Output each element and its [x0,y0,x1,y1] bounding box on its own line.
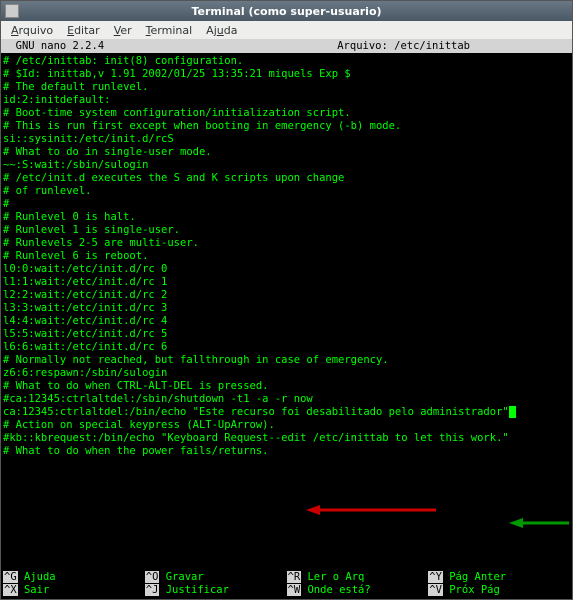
shortcut-writeout: ^O Gravar [145,571,287,584]
file-line: # $Id: inittab,v 1.91 2002/01/25 13:35:2… [3,68,570,81]
file-line: # What to do in single-user mode. [3,146,570,159]
file-line: ~~:S:wait:/sbin/sulogin [3,159,570,172]
window-title: Terminal (como super-usuario) [191,5,381,18]
menu-ver[interactable]: Ver [108,22,138,39]
file-line: l5:5:wait:/etc/init.d/rc 5 [3,328,570,341]
nano-footer: ^G Ajuda ^O Gravar ^R Ler o Arq ^Y Pág A… [1,571,572,599]
annotation-arrow-green [509,517,569,529]
file-line: # Runlevel 1 is single-user. [3,224,570,237]
file-line: id:2:initdefault: [3,94,570,107]
file-line: #kb::kbrequest:/bin/echo "Keyboard Reque… [3,432,570,445]
file-line: l0:0:wait:/etc/init.d/rc 0 [3,263,570,276]
file-line: l6:6:wait:/etc/init.d/rc 6 [3,341,570,354]
menu-terminal[interactable]: Terminal [140,22,199,39]
file-line: # Runlevels 2-5 are multi-user. [3,237,570,250]
shortcut-readfile: ^R Ler o Arq [287,571,429,584]
file-line: # Runlevel 6 is reboot. [3,250,570,263]
annotation-arrow-red [306,504,436,516]
footer-row-2: ^X Sair ^J Justificar ^W Onde está? ^V P… [3,584,570,597]
shortcut-exit: ^X Sair [3,584,145,597]
file-line: #ca:12345:ctrlaltdel:/sbin/shutdown -t1 … [3,393,570,406]
terminal-area[interactable]: GNU nano 2.2.4 Arquivo: /etc/inittab # /… [1,39,572,599]
terminal-window: Terminal (como super-usuario) Arquivo Ed… [0,0,573,600]
shortcut-nextpage: ^V Próx Pág [428,584,570,597]
file-line: l2:2:wait:/etc/init.d/rc 2 [3,289,570,302]
footer-row-1: ^G Ajuda ^O Gravar ^R Ler o Arq ^Y Pág A… [3,571,570,584]
nano-file-label: Arquivo: /etc/inittab [337,40,570,52]
file-line: l4:4:wait:/etc/init.d/rc 4 [3,315,570,328]
file-line: si::sysinit:/etc/init.d/rcS [3,133,570,146]
file-line: l1:1:wait:/etc/init.d/rc 1 [3,276,570,289]
file-line: # /etc/inittab: init(8) configuration. [3,55,570,68]
file-line: # Action on special keypress (ALT-UpArro… [3,419,570,432]
file-line: # The default runlevel. [3,81,570,94]
nano-version: GNU nano 2.2.4 [3,40,104,52]
file-line: l3:3:wait:/etc/init.d/rc 3 [3,302,570,315]
file-line: # Runlevel 0 is halt. [3,211,570,224]
app-icon [5,4,19,18]
file-line: # What to do when CTRL-ALT-DEL is presse… [3,380,570,393]
file-line: # Boot-time system configuration/initial… [3,107,570,120]
menu-arquivo[interactable]: Arquivo [5,22,59,39]
nano-header: GNU nano 2.2.4 Arquivo: /etc/inittab [1,39,572,53]
shortcut-prevpage: ^Y Pág Anter [428,571,570,584]
file-line: # This is run first except when booting … [3,120,570,133]
menu-editar[interactable]: Editar [61,22,106,39]
menubar: Arquivo Editar Ver Terminal Ajuda [1,21,572,39]
file-line: # [3,198,570,211]
window-titlebar[interactable]: Terminal (como super-usuario) [1,1,572,21]
file-line: # /etc/init.d executes the S and K scrip… [3,172,570,185]
file-line: z6:6:respawn:/sbin/sulogin [3,367,570,380]
file-line: ca:12345:ctrlaltdel:/bin/echo "Este recu… [3,406,570,419]
text-cursor [509,406,516,418]
shortcut-help: ^G Ajuda [3,571,145,584]
shortcut-justify: ^J Justificar [145,584,287,597]
file-content[interactable]: # /etc/inittab: init(8) configuration.# … [1,53,572,458]
file-line: # What to do when the power fails/return… [3,445,570,458]
menu-ajuda[interactable]: Ajuda [200,22,243,39]
shortcut-where: ^W Onde está? [287,584,429,597]
file-line: # Normally not reached, but fallthrough … [3,354,570,367]
file-line: # of runlevel. [3,185,570,198]
